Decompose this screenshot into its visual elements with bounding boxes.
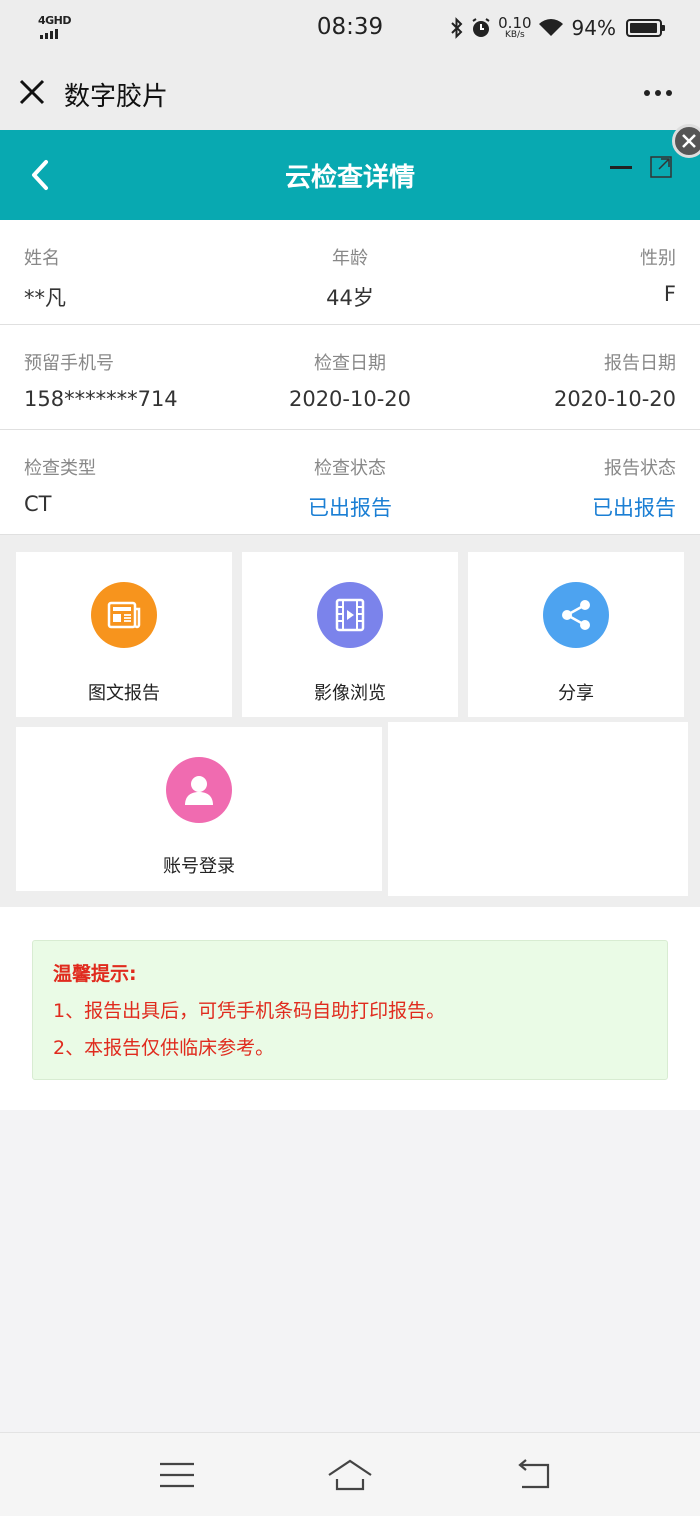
action-grid: 图文报告 影像浏览 分享 账号登录 <box>0 535 700 907</box>
empty-area <box>0 1110 700 1432</box>
wechat-navbar: 数字胶片 <box>0 56 700 130</box>
close-icon[interactable] <box>18 78 46 106</box>
gender-value: F <box>663 282 676 306</box>
empty-tile <box>388 722 688 896</box>
minimize-icon[interactable] <box>610 166 632 169</box>
report-tile[interactable]: 图文报告 <box>16 552 232 717</box>
network-speed: 0.10 KB/s <box>498 14 532 40</box>
info-row-patient: 姓名 **凡 年龄 44岁 性别 F <box>0 220 700 325</box>
tips-box: 温馨提示: 1、报告出具后，可凭手机条码自助打印报告。 2、本报告仅供临床参考。 <box>32 940 668 1080</box>
expand-icon[interactable] <box>650 156 672 178</box>
page-title: 数字胶片 <box>64 82 169 112</box>
battery-percent: 94% <box>571 16 616 40</box>
bluetooth-icon <box>451 17 463 39</box>
back-nav-icon[interactable] <box>508 1457 558 1493</box>
share-tile[interactable]: 分享 <box>468 552 684 717</box>
alarm-icon <box>472 18 490 37</box>
app-header: 云检查详情 <box>0 124 700 220</box>
more-icon[interactable] <box>644 90 672 96</box>
system-nav-bar <box>0 1432 700 1516</box>
share-icon <box>543 582 609 648</box>
tips-section: 温馨提示: 1、报告出具后，可凭手机条码自助打印报告。 2、本报告仅供临床参考。 <box>0 907 700 1110</box>
film-icon <box>317 582 383 648</box>
float-close-icon[interactable] <box>672 124 700 158</box>
image-browse-tile[interactable]: 影像浏览 <box>242 552 458 717</box>
status-bar: 4GHD 08:39 0.10 KB/s 94% <box>0 0 700 56</box>
wifi-icon <box>538 19 563 36</box>
newspaper-icon <box>91 582 157 648</box>
report-date-value: 2020-10-20 <box>553 387 676 411</box>
account-login-tile[interactable]: 账号登录 <box>16 727 382 891</box>
account-login-tile-label: 账号登录 <box>163 856 235 877</box>
report-tile-label: 图文报告 <box>88 683 160 704</box>
info-row-dates: 预留手机号 158*******714 检查日期 2020-10-20 报告日期 20… <box>0 325 700 430</box>
tips-line-2: 2、本报告仅供临床参考。 <box>53 1037 275 1059</box>
report-status-label: 报告状态 <box>604 458 676 479</box>
app-header-title: 云检查详情 <box>284 163 415 193</box>
home-icon[interactable] <box>325 1457 375 1493</box>
gender-label: 性别 <box>640 248 676 269</box>
tips-title: 温馨提示: <box>53 963 137 985</box>
battery-icon <box>626 19 665 37</box>
report-date-label: 报告日期 <box>604 353 676 374</box>
exam-info: 姓名 **凡 年龄 44岁 性别 F 预留手机号 158*******714 检查日期 2… <box>0 220 700 535</box>
info-row-status: 检查类型 CT 检查状态 已出报告 报告状态 已出报告 <box>0 430 700 535</box>
image-browse-tile-label: 影像浏览 <box>314 683 386 704</box>
tips-line-1: 1、报告出具后，可凭手机条码自助打印报告。 <box>53 1000 446 1022</box>
report-status-value[interactable]: 已出报告 <box>592 492 676 522</box>
status-icons: 0.10 KB/s 94% <box>450 12 665 44</box>
menu-icon[interactable] <box>152 1457 202 1493</box>
share-tile-label: 分享 <box>558 683 594 704</box>
user-icon <box>166 757 232 823</box>
